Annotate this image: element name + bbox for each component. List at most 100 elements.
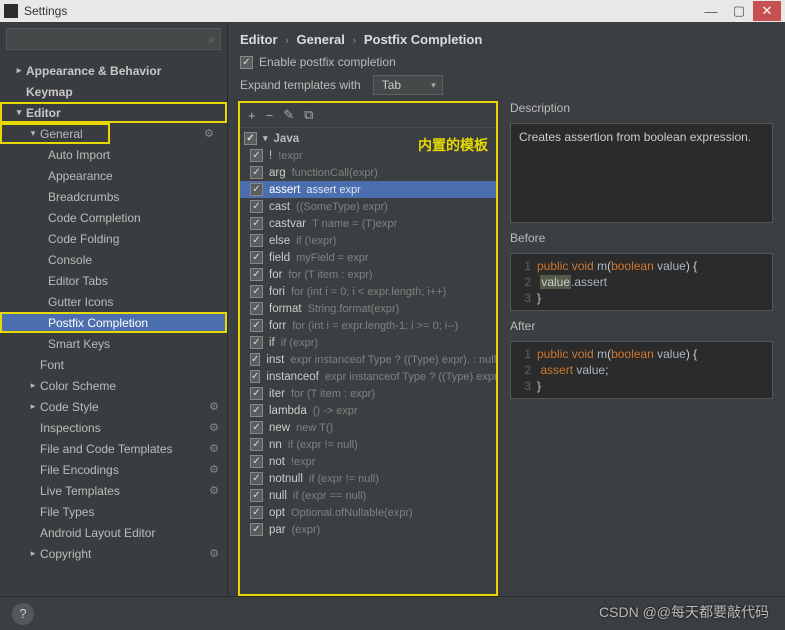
template-row[interactable]: ✓newnew T(): [240, 419, 496, 436]
checkbox-icon[interactable]: ✓: [250, 251, 263, 264]
checkbox-icon[interactable]: ✓: [250, 183, 263, 196]
template-row[interactable]: ✓elseif (!expr): [240, 232, 496, 249]
template-row[interactable]: ✓par(expr): [240, 521, 496, 538]
template-row[interactable]: ✓forrfor (int i = expr.length-1; i >= 0;…: [240, 317, 496, 334]
template-row[interactable]: ✓cast((SomeType) expr): [240, 198, 496, 215]
template-row[interactable]: ✓not!expr: [240, 453, 496, 470]
checkbox-icon[interactable]: ✓: [250, 523, 263, 536]
tree-appearance-behavior[interactable]: ▸Appearance & Behavior: [0, 60, 227, 81]
template-row[interactable]: ✓instanceofexpr instanceof Type ? ((Type…: [240, 368, 496, 385]
tree-file-types[interactable]: File Types: [0, 501, 227, 522]
checkbox-icon[interactable]: ✓: [250, 319, 263, 332]
checkbox-icon[interactable]: ✓: [250, 302, 263, 315]
enable-postfix-checkbox[interactable]: ✓Enable postfix completion: [240, 55, 396, 69]
checkbox-icon[interactable]: ✓: [250, 455, 263, 468]
content-panel: Editor › General › Postfix Completion ✓E…: [228, 22, 785, 596]
chevron-right-icon: ▸: [12, 65, 26, 76]
checkbox-icon[interactable]: ✓: [250, 404, 263, 417]
template-row[interactable]: ✓optOptional.ofNullable(expr): [240, 504, 496, 521]
tree-gutter-icons[interactable]: Gutter Icons: [0, 291, 227, 312]
chevron-down-icon: ▾: [26, 128, 40, 139]
template-row[interactable]: ✓forifor (int i = 0; i < expr.length; i+…: [240, 283, 496, 300]
template-row[interactable]: ✓assertassert expr: [240, 181, 496, 198]
edit-button[interactable]: ✎: [283, 107, 294, 123]
tree-smart-keys[interactable]: Smart Keys: [0, 333, 227, 354]
templates-list[interactable]: ✓▾Java✓!!expr✓argfunctionCall(expr)✓asse…: [240, 128, 496, 594]
template-row[interactable]: ✓forfor (T item : expr): [240, 266, 496, 283]
checkbox-icon[interactable]: ✓: [250, 149, 263, 162]
crumb-general[interactable]: General: [296, 32, 344, 47]
chevron-right-icon: ›: [353, 35, 357, 47]
minimize-button[interactable]: —: [697, 1, 725, 21]
checkbox-icon[interactable]: ✓: [250, 370, 260, 383]
template-row[interactable]: ✓lambda() -> expr: [240, 402, 496, 419]
checkbox-icon[interactable]: ✓: [250, 336, 263, 349]
gear-icon[interactable]: ⚙: [209, 400, 219, 413]
checkbox-icon[interactable]: ✓: [250, 353, 260, 366]
template-row[interactable]: ✓fieldmyField = expr: [240, 249, 496, 266]
checkbox-icon[interactable]: ✓: [250, 217, 263, 230]
remove-button[interactable]: −: [266, 108, 274, 123]
tree-postfix-completion[interactable]: Postfix Completion: [0, 312, 227, 333]
checkbox-icon[interactable]: ✓: [250, 200, 263, 213]
tree-code-folding[interactable]: Code Folding: [0, 228, 227, 249]
breadcrumb: Editor › General › Postfix Completion: [238, 30, 775, 55]
template-row[interactable]: ✓instexpr instanceof Type ? ((Type) expr…: [240, 351, 496, 368]
tree-live-templates[interactable]: Live Templates⚙: [0, 480, 227, 501]
search-container: ⌕: [0, 22, 227, 56]
template-row[interactable]: ✓formatString.format(expr): [240, 300, 496, 317]
gear-icon[interactable]: ⚙: [209, 484, 219, 497]
tree-file-encodings[interactable]: File Encodings⚙: [0, 459, 227, 480]
checkbox-icon[interactable]: ✓: [250, 438, 263, 451]
tree-color-scheme[interactable]: ▸Color Scheme: [0, 375, 227, 396]
tree-appearance-sub[interactable]: Appearance: [0, 165, 227, 186]
tree-general[interactable]: ▾General⚙: [0, 123, 110, 144]
gear-icon[interactable]: ⚙: [209, 442, 219, 455]
watermark: CSDN @@每天都要敲代码: [599, 602, 769, 622]
tree-code-completion[interactable]: Code Completion: [0, 207, 227, 228]
tree-copyright[interactable]: ▸Copyright⚙: [0, 543, 227, 564]
checkbox-icon[interactable]: ✓: [250, 421, 263, 434]
tree-editor-tabs[interactable]: Editor Tabs: [0, 270, 227, 291]
checkbox-icon[interactable]: ✓: [250, 506, 263, 519]
template-row[interactable]: ✓nnif (expr != null): [240, 436, 496, 453]
settings-tree[interactable]: ▸Appearance & Behavior Keymap ▾Editor ▾G…: [0, 56, 227, 596]
template-row[interactable]: ✓castvarT name = (T)expr: [240, 215, 496, 232]
template-row[interactable]: ✓argfunctionCall(expr): [240, 164, 496, 181]
gear-icon[interactable]: ⚙: [209, 547, 219, 560]
tree-file-code-templates[interactable]: File and Code Templates⚙: [0, 438, 227, 459]
tree-breadcrumbs[interactable]: Breadcrumbs: [0, 186, 227, 207]
checkbox-icon[interactable]: ✓: [250, 489, 263, 502]
expand-key-combo[interactable]: Tab▾: [373, 75, 443, 95]
crumb-editor[interactable]: Editor: [240, 32, 278, 47]
tree-editor[interactable]: ▾Editor: [0, 102, 227, 123]
copy-button[interactable]: ⧉: [304, 107, 313, 123]
checkbox-icon[interactable]: ✓: [250, 268, 263, 281]
close-button[interactable]: ✕: [753, 1, 781, 21]
template-row[interactable]: ✓notnullif (expr != null): [240, 470, 496, 487]
tree-inspections[interactable]: Inspections⚙: [0, 417, 227, 438]
tree-console[interactable]: Console: [0, 249, 227, 270]
description-box: Creates assertion from boolean expressio…: [510, 123, 773, 223]
template-row[interactable]: ✓iterfor (T item : expr): [240, 385, 496, 402]
checkbox-icon[interactable]: ✓: [250, 387, 263, 400]
template-row[interactable]: ✓ifif (expr): [240, 334, 496, 351]
tree-code-style[interactable]: ▸Code Style⚙: [0, 396, 227, 417]
gear-icon[interactable]: ⚙: [209, 463, 219, 476]
checkbox-icon[interactable]: ✓: [250, 285, 263, 298]
checkbox-icon[interactable]: ✓: [250, 234, 263, 247]
tree-keymap[interactable]: Keymap: [0, 81, 227, 102]
after-code: 1public void m(boolean value) { 2 assert…: [510, 341, 773, 399]
checkbox-icon[interactable]: ✓: [250, 472, 263, 485]
tree-font[interactable]: Font: [0, 354, 227, 375]
gear-icon[interactable]: ⚙: [204, 127, 214, 140]
maximize-button[interactable]: ▢: [725, 1, 753, 21]
tree-auto-import[interactable]: Auto Import: [0, 144, 227, 165]
add-button[interactable]: +: [248, 108, 256, 123]
template-row[interactable]: ✓nullif (expr == null): [240, 487, 496, 504]
tree-android-layout-editor[interactable]: Android Layout Editor: [0, 522, 227, 543]
checkbox-icon[interactable]: ✓: [250, 166, 263, 179]
gear-icon[interactable]: ⚙: [209, 421, 219, 434]
search-input[interactable]: [6, 28, 221, 50]
help-button[interactable]: ?: [12, 603, 34, 625]
